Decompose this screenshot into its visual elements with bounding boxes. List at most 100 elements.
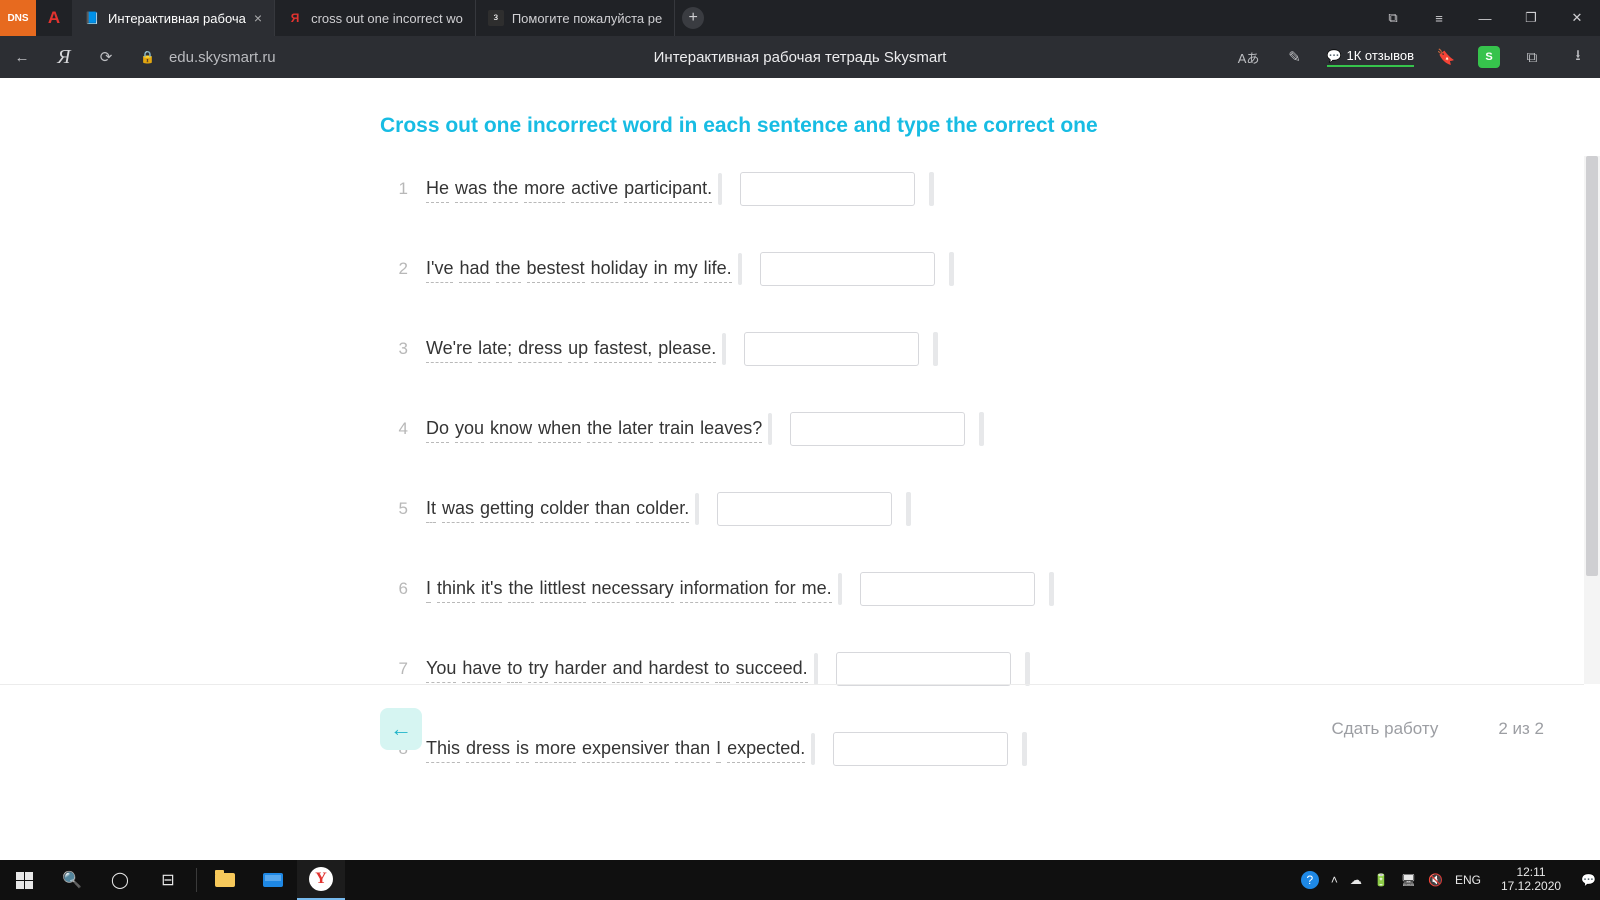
sentence-handle[interactable] xyxy=(768,413,772,445)
sentence-word[interactable]: to xyxy=(715,655,730,683)
sentence-word[interactable]: the xyxy=(508,575,533,603)
tab-skysmart[interactable]: 📘 Интерактивная рабоча × xyxy=(72,0,275,36)
window-restore-icon[interactable]: ❐ xyxy=(1508,0,1554,36)
sentence-word[interactable]: necessary xyxy=(592,575,674,603)
sentence-word[interactable]: my xyxy=(674,255,698,283)
answer-handle[interactable] xyxy=(933,332,938,366)
answer-input[interactable] xyxy=(836,652,1011,686)
sentence-word[interactable]: know xyxy=(490,415,532,443)
sentence-word[interactable]: information xyxy=(680,575,769,603)
answer-input[interactable] xyxy=(760,252,935,286)
page-url[interactable]: edu.skysmart.ru xyxy=(169,49,276,66)
sentence-word[interactable]: colder. xyxy=(636,495,689,523)
browser-menu-icon[interactable]: ≡ xyxy=(1416,0,1462,36)
close-tab-icon[interactable]: × xyxy=(254,10,262,26)
tray-chevron-icon[interactable]: ˄ xyxy=(1331,873,1338,887)
answer-input[interactable] xyxy=(860,572,1035,606)
answer-handle[interactable] xyxy=(949,252,954,286)
sentence-word[interactable]: life. xyxy=(704,255,732,283)
onedrive-icon[interactable]: ☁ xyxy=(1350,873,1362,887)
answer-input[interactable] xyxy=(744,332,919,366)
sentence-word[interactable]: for xyxy=(775,575,796,603)
sentence-word[interactable]: dress xyxy=(518,335,562,363)
sentence-word[interactable]: in xyxy=(654,255,668,283)
sentence-handle[interactable] xyxy=(722,333,726,365)
protect-shield-icon[interactable]: S xyxy=(1478,46,1500,68)
sidebar-toggle-icon[interactable]: ⧉ xyxy=(1518,49,1546,66)
sentence-handle[interactable] xyxy=(695,493,699,525)
sentence-word[interactable]: you xyxy=(455,415,484,443)
window-minimize-icon[interactable]: — xyxy=(1462,0,1508,36)
sentence-word[interactable]: later xyxy=(618,415,653,443)
sentence-word[interactable]: late; xyxy=(478,335,512,363)
sentence-word[interactable]: have xyxy=(462,655,501,683)
submit-button[interactable]: Сдать работу xyxy=(1331,719,1438,739)
sentence-word[interactable]: We're xyxy=(426,335,472,363)
answer-handle[interactable] xyxy=(1049,572,1054,606)
sentence-word[interactable]: the xyxy=(496,255,521,283)
sentence-word[interactable]: I've xyxy=(426,255,453,283)
sentence-word[interactable]: holiday xyxy=(591,255,648,283)
sentence-word[interactable]: me. xyxy=(802,575,832,603)
pinned-tab-a[interactable]: А xyxy=(36,0,72,36)
prev-task-button[interactable]: ← xyxy=(380,708,422,750)
sentence-word[interactable]: colder xyxy=(540,495,589,523)
sentence-word[interactable]: the xyxy=(493,175,518,203)
copy-window-icon[interactable]: ⧉ xyxy=(1370,0,1416,36)
yandex-browser-icon[interactable]: Y xyxy=(297,860,345,900)
reader-mode-icon[interactable]: ✎ xyxy=(1281,48,1309,66)
tab-help[interactable]: з Помогите пожалуйста ре xyxy=(476,0,675,36)
sentence-word[interactable]: it's xyxy=(481,575,502,603)
sentence-word[interactable]: please. xyxy=(658,335,716,363)
answer-handle[interactable] xyxy=(1025,652,1030,686)
volume-icon[interactable]: 🔇 xyxy=(1428,873,1443,887)
sentence-word[interactable]: fastest, xyxy=(594,335,652,363)
sentence-handle[interactable] xyxy=(738,253,742,285)
sentence-word[interactable]: succeed. xyxy=(736,655,808,683)
scrollbar-thumb[interactable] xyxy=(1586,156,1598,576)
sentence-word[interactable]: getting xyxy=(480,495,534,523)
taskbar-search-icon[interactable]: 🔍 xyxy=(48,860,96,900)
start-button[interactable] xyxy=(0,860,48,900)
sentence-word[interactable]: was xyxy=(442,495,474,523)
page-scrollbar[interactable] xyxy=(1584,156,1600,684)
sentence-word[interactable]: Do xyxy=(426,415,449,443)
input-language[interactable]: ENG xyxy=(1455,873,1481,887)
bookmark-icon[interactable]: 🔖 xyxy=(1432,48,1460,66)
sentence-word[interactable]: train xyxy=(659,415,694,443)
sentence-word[interactable]: to xyxy=(507,655,522,683)
answer-handle[interactable] xyxy=(929,172,934,206)
sentence-handle[interactable] xyxy=(838,573,842,605)
sentence-word[interactable]: think xyxy=(437,575,475,603)
file-explorer-icon[interactable] xyxy=(201,860,249,900)
sentence-word[interactable]: participant. xyxy=(624,175,712,203)
nav-back-icon[interactable]: ← xyxy=(8,49,36,66)
new-tab-button[interactable]: + xyxy=(675,0,711,36)
sentence-word[interactable]: had xyxy=(459,255,489,283)
downloads-icon[interactable]: ⭳ xyxy=(1564,45,1592,70)
answer-input[interactable] xyxy=(790,412,965,446)
battery-icon[interactable]: 🔋 xyxy=(1374,873,1389,887)
sentence-word[interactable]: It xyxy=(426,495,436,523)
sentence-word[interactable]: than xyxy=(595,495,630,523)
sentence-word[interactable]: leaves? xyxy=(700,415,762,443)
translate-icon[interactable]: Aあ xyxy=(1235,48,1263,67)
sentence-handle[interactable] xyxy=(814,653,818,685)
sentence-word[interactable]: was xyxy=(455,175,487,203)
pinned-tab-dns[interactable]: DNS xyxy=(0,0,36,36)
reviews-badge[interactable]: 1К отзывов xyxy=(1327,48,1414,67)
sentence-word[interactable]: bestest xyxy=(527,255,585,283)
answer-handle[interactable] xyxy=(979,412,984,446)
reload-icon[interactable]: ⟳ xyxy=(92,48,120,66)
sentence-word[interactable]: You xyxy=(426,655,456,683)
sentence-word[interactable]: and xyxy=(612,655,642,683)
sentence-word[interactable]: hardest xyxy=(649,655,709,683)
tab-search[interactable]: Я cross out one incorrect wo xyxy=(275,0,476,36)
yandex-home-icon[interactable]: Я xyxy=(50,46,78,69)
cortana-icon[interactable]: ◯ xyxy=(96,860,144,900)
sentence-handle[interactable] xyxy=(718,173,722,205)
taskbar-clock[interactable]: 12:11 17.12.2020 xyxy=(1493,866,1569,894)
help-tray-icon[interactable]: ? xyxy=(1301,871,1319,889)
sentence-word[interactable]: He xyxy=(426,175,449,203)
action-center-icon[interactable]: 💬 xyxy=(1581,873,1596,887)
